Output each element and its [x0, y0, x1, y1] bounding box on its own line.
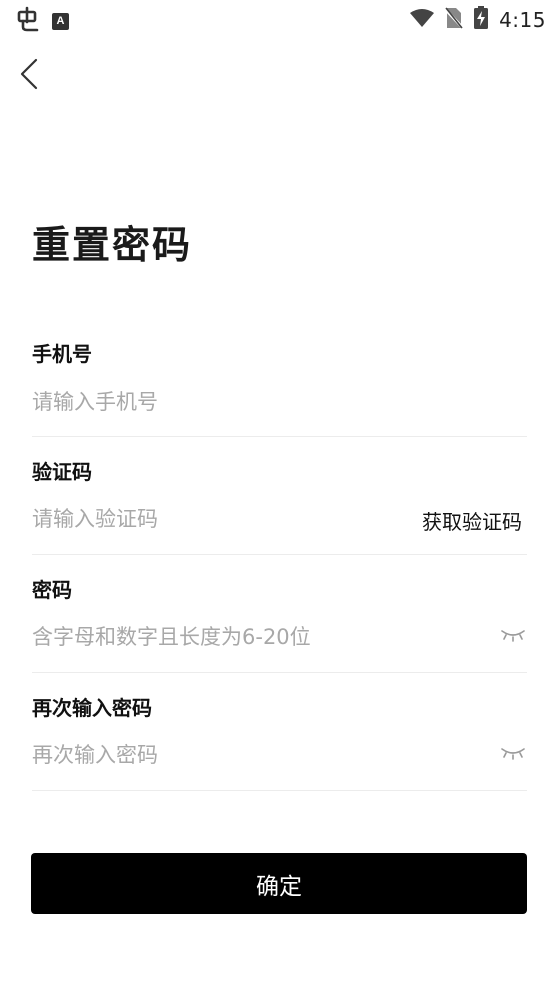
wifi-icon — [409, 8, 435, 32]
confirm-button[interactable]: 确定 — [31, 853, 527, 914]
bug-icon — [14, 6, 40, 36]
status-bar-right: 4:15 — [409, 6, 546, 34]
password-label: 密码 — [32, 578, 72, 602]
code-divider — [32, 554, 527, 555]
get-code-button[interactable]: 获取验证码 — [422, 506, 522, 535]
status-time: 4:15 — [499, 8, 546, 32]
confirm-password-visibility-toggle[interactable] — [500, 746, 526, 762]
chevron-left-icon — [20, 58, 38, 90]
phone-label: 手机号 — [32, 342, 92, 366]
code-input[interactable] — [32, 502, 362, 536]
eye-closed-icon — [501, 748, 525, 760]
status-bar: A 4:15 — [0, 0, 558, 38]
confirm-password-label: 再次输入密码 — [32, 696, 152, 720]
no-sim-icon — [443, 7, 465, 33]
eye-closed-icon — [501, 630, 525, 642]
password-divider — [32, 672, 527, 673]
confirm-password-divider — [32, 790, 527, 791]
page-title: 重置密码 — [32, 223, 193, 267]
password-visibility-toggle[interactable] — [500, 628, 526, 644]
confirm-password-input[interactable] — [32, 738, 472, 772]
battery-charging-icon — [473, 6, 489, 34]
phone-divider — [32, 436, 527, 437]
phone-input[interactable] — [32, 385, 472, 419]
a-app-icon: A — [52, 12, 69, 30]
status-bar-left: A — [14, 6, 69, 36]
reset-password-screen: A 4:15 重置密码 手机号 请输入手机号 验证码 请输入验证码 获取验证码 … — [0, 0, 558, 992]
back-button[interactable] — [12, 54, 48, 94]
password-input[interactable] — [32, 620, 472, 654]
code-label: 验证码 — [32, 460, 92, 484]
